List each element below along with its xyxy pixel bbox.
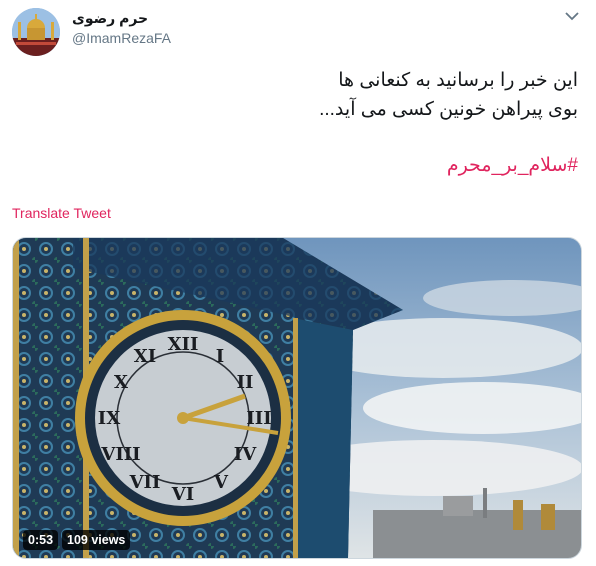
svg-text:IV: IV — [234, 444, 257, 465]
avatar[interactable] — [12, 8, 60, 56]
svg-text:I: I — [216, 346, 224, 367]
avatar-image — [12, 8, 60, 56]
tweet-text: این خبر را برسانید به کنعانی ها بوی پیرا… — [18, 66, 578, 124]
svg-text:V: V — [213, 472, 229, 493]
author-name[interactable]: حرم رضوی — [72, 10, 148, 27]
tweet-text-line: این خبر را برسانید به کنعانی ها — [338, 70, 578, 91]
svg-text:XI: XI — [134, 346, 156, 367]
svg-text:III: III — [246, 408, 271, 429]
svg-text:VII: VII — [129, 472, 161, 493]
video-duration-badge: 0:53 — [23, 530, 59, 550]
svg-text:VIII: VIII — [100, 444, 140, 465]
svg-text:X: X — [114, 372, 128, 393]
svg-text:II: II — [237, 372, 254, 393]
view-count-badge: 109 views — [62, 530, 131, 550]
svg-text:VI: VI — [171, 484, 194, 505]
video-thumbnail: XII I II III IV V VI VII VIII IX X XI — [13, 238, 581, 558]
translate-tweet-link[interactable]: Translate Tweet — [12, 205, 111, 221]
hashtag-link[interactable]: #سلام_بر_محرم — [447, 154, 578, 177]
tweet-card: حرم رضوی @ImamRezaFA این خبر را برسانید … — [0, 0, 596, 566]
author-handle[interactable]: @ImamRezaFA — [72, 30, 171, 46]
svg-text:IX: IX — [98, 408, 120, 429]
tweet-text-line: بوی پیراهن خونین کسی می آید... — [319, 99, 578, 120]
chevron-down-icon — [565, 11, 579, 20]
svg-text:XII: XII — [168, 334, 199, 355]
tweet-menu-button[interactable] — [562, 6, 582, 26]
video-player[interactable]: XII I II III IV V VI VII VIII IX X XI 0:… — [12, 237, 582, 559]
